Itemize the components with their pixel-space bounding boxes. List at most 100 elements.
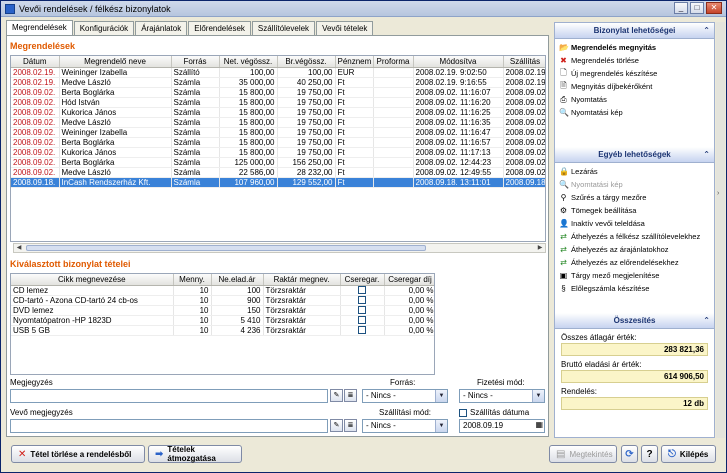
exchange-checkbox[interactable]: [358, 286, 366, 294]
table-row[interactable]: 2008.09.02. Berta Boglárka Számla 125 000,0…: [11, 157, 545, 168]
other-option-item[interactable]: ⇄ Áthelyezés az árajánlatokhoz: [559, 243, 710, 256]
column-header[interactable]: Ne.elad.ár: [211, 274, 264, 286]
table-row[interactable]: 2008.09.02. Berta Boglárka Számla 15 800,00…: [11, 87, 545, 98]
customer-note-list-button[interactable]: ≣: [344, 419, 357, 432]
refresh-button[interactable]: ⟳: [621, 445, 638, 463]
table-cell: Számla: [171, 77, 220, 88]
help-button[interactable]: ?: [641, 445, 658, 463]
other-option-item[interactable]: ⚙ Tömegek beállítása: [559, 204, 710, 217]
column-header[interactable]: Net. végössz.: [219, 56, 278, 68]
doc-option-item[interactable]: 🔍 Nyomtatási kép: [559, 106, 710, 119]
table-row[interactable]: DVD lemez 10 150 Törzsraktár 0,00 %: [11, 305, 434, 316]
doc-option-item[interactable]: 🗋 Új megrendelés készítése: [559, 67, 710, 80]
column-header[interactable]: Módosítva: [413, 56, 504, 68]
shipping-date-checkbox[interactable]: [459, 408, 467, 417]
exchange-checkbox[interactable]: [358, 326, 366, 334]
shipping-date-checkbox-row[interactable]: Szállítás dátuma: [459, 408, 529, 417]
doc-option-item[interactable]: ⎙ Nyomtatás: [559, 93, 710, 106]
chevron-right-icon[interactable]: ›: [717, 190, 719, 197]
customer-note-input[interactable]: [10, 419, 328, 433]
collapse-icon[interactable]: ⌃: [703, 313, 710, 329]
shipping-mode-select[interactable]: - Nincs - ▼: [362, 419, 448, 433]
column-header[interactable]: Raktár megnev.: [263, 274, 341, 286]
view-button[interactable]: ▤ Megtekintés: [549, 445, 617, 463]
collapse-icon[interactable]: ⌃: [703, 23, 710, 39]
exchange-checkbox[interactable]: [358, 306, 366, 314]
column-header[interactable]: Cseregar.: [340, 274, 385, 286]
column-header[interactable]: Pénznem: [335, 56, 374, 68]
note-input[interactable]: [10, 389, 328, 403]
tab-quotes[interactable]: Árajánlatok: [135, 21, 188, 36]
table-row[interactable]: 2008.09.02. Medve László Számla 15 800,00 19…: [11, 117, 545, 128]
calendar-icon[interactable]: ▦: [535, 420, 543, 429]
summary-header[interactable]: Összesítés ⌃: [555, 313, 714, 329]
column-header[interactable]: Br.végössz.: [277, 56, 336, 68]
note-edit-button[interactable]: ✎: [330, 389, 343, 402]
doc-option-item[interactable]: 📂 Megrendelés megnyitás: [559, 41, 710, 54]
tab-preorders[interactable]: Előrendelések: [188, 21, 251, 36]
other-option-item-label: Inaktív vevői teleldása: [571, 219, 645, 228]
table-row[interactable]: 2008.09.02. Kukorica János Számla 15 800,00…: [11, 147, 545, 158]
exchange-checkbox[interactable]: [358, 296, 366, 304]
table-row[interactable]: 2008.09.02. Kukorica János Számla 15 800,00…: [11, 107, 545, 118]
doc-options-header[interactable]: Bizonylat lehetőségei ⌃: [555, 23, 714, 39]
maximize-button[interactable]: □: [690, 2, 704, 14]
close-button[interactable]: ✕: [706, 2, 722, 14]
table-row[interactable]: 2008.02.19. Medve László Számla 35 000,00 40…: [11, 77, 545, 88]
scroll-thumb[interactable]: [26, 245, 426, 251]
column-header[interactable]: Dátum: [11, 56, 60, 68]
scroll-right-arrow[interactable]: ▶: [535, 244, 545, 252]
table-cell: 19 750,00: [277, 137, 336, 148]
collapse-icon[interactable]: ⌃: [703, 147, 710, 163]
doc-option-item[interactable]: 🗎 Megnyitás díjbekérőként: [559, 80, 710, 93]
shipping-date-input[interactable]: 2008.09.19 ▦: [459, 419, 545, 433]
source-select[interactable]: - Nincs - ▼: [362, 389, 448, 403]
tab-configurations[interactable]: Konfigurációk: [73, 21, 135, 36]
other-option-item[interactable]: 👤 Inaktív vevői teleldása: [559, 217, 710, 230]
orders-horizontal-scrollbar[interactable]: ◀ ▶: [13, 243, 546, 253]
column-header[interactable]: Cseregar díj: [384, 274, 434, 286]
other-option-item[interactable]: ⇄ Áthelyezés az előrendelésekhez: [559, 256, 710, 269]
customer-note-edit-button[interactable]: ✎: [330, 419, 343, 432]
move-items-button[interactable]: ➡ Tételek átmozgatása: [148, 445, 242, 463]
payment-select[interactable]: - Nincs - ▼: [459, 389, 545, 403]
column-header[interactable]: Menny.: [173, 274, 212, 286]
column-header[interactable]: Megrendelő neve: [59, 56, 172, 68]
other-option-item[interactable]: ⇄ Áthelyezés a félkész szállítólevelekhez: [559, 230, 710, 243]
column-header[interactable]: Cikk megnevezése: [11, 274, 174, 286]
other-options-title: Egyéb lehetőségek: [598, 150, 671, 159]
other-option-item[interactable]: § Előlegszámla készítése: [559, 282, 710, 295]
other-option-item[interactable]: ⚲ Szűrés a tárgy mezőre: [559, 191, 710, 204]
doc-option-item-label: Megnyitás díjbekérőként: [571, 82, 653, 91]
column-header[interactable]: Szállítás: [503, 56, 545, 68]
column-header[interactable]: Forrás: [171, 56, 220, 68]
other-options-header[interactable]: Egyéb lehetőségek ⌃: [555, 147, 714, 163]
table-row[interactable]: CD-tartó - Azona CD-tartó 24 cb-os 10 900 T…: [11, 295, 434, 306]
table-row[interactable]: 2008.09.02. Hód István Számla 15 800,00 19 7…: [11, 97, 545, 108]
exit-button[interactable]: ⎋ Kilépés: [661, 445, 716, 463]
table-cell: Medve László: [59, 167, 172, 178]
table-cell: InCash Rendszerház Kft.: [59, 177, 172, 188]
minimize-button[interactable]: _: [674, 2, 688, 14]
tab-customer-items[interactable]: Vevői tételek: [316, 21, 374, 36]
table-row[interactable]: USB 5 GB 10 4 236 Törzsraktár 0,00 %: [11, 325, 434, 336]
other-option-item-label: Áthelyezés a félkész szállítólevelekhez: [571, 232, 701, 241]
table-row[interactable]: CD lemez 10 100 Törzsraktár 0,00 %: [11, 285, 434, 296]
table-row[interactable]: Nyomtatópatron -HP 1823D 10 5 410 Törzsrakt…: [11, 315, 434, 326]
delete-item-button[interactable]: ✕ Tétel törlése a rendelésből: [11, 445, 145, 463]
scroll-left-arrow[interactable]: ◀: [14, 244, 24, 252]
table-row[interactable]: 2008.09.02. Medve László Számla 22 586,00 28…: [11, 167, 545, 178]
table-row[interactable]: 2008.09.18. InCash Rendszerház Kft. Számla…: [11, 177, 545, 188]
table-cell: 150: [211, 305, 264, 316]
table-row[interactable]: 2008.09.02. Berta Boglárka Számla 15 800,00…: [11, 137, 545, 148]
other-option-item[interactable]: 🔒 Lezárás: [559, 165, 710, 178]
table-row[interactable]: 2008.02.19. Weininger Izabella Szállító 100…: [11, 67, 545, 78]
tab-delivery-notes[interactable]: Szállítólevelek: [251, 21, 316, 36]
doc-option-item[interactable]: ✖ Megrendelés törlése: [559, 54, 710, 67]
exchange-checkbox[interactable]: [358, 316, 366, 324]
table-row[interactable]: 2008.09.02. Weininger Izabella Számla 15 80…: [11, 127, 545, 138]
note-list-button[interactable]: ≣: [344, 389, 357, 402]
other-option-item[interactable]: ▣ Tárgy mező megjelenítése: [559, 269, 710, 282]
side-panel-scrollbar[interactable]: ›: [716, 22, 725, 438]
column-header[interactable]: Proforma: [373, 56, 414, 68]
